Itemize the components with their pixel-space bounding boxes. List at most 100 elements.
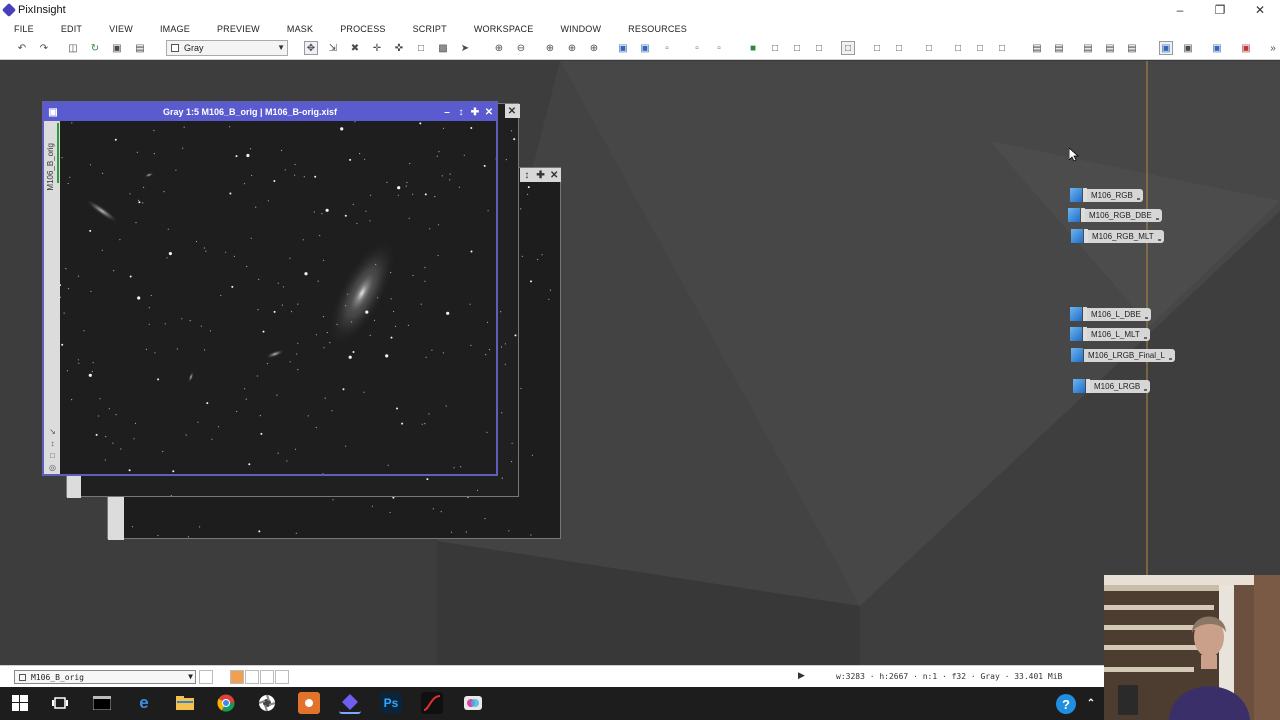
screen-icon[interactable]: ▣: [1210, 41, 1224, 55]
image-icon-m106-l-mlt[interactable]: M106_L_MLT: [1070, 326, 1150, 342]
menu-process[interactable]: PROCESS: [340, 24, 385, 34]
fit-view-icon[interactable]: ▣: [638, 41, 652, 55]
zoom-to-fit-icon[interactable]: ▫: [660, 41, 674, 55]
minimize-icon[interactable]: –: [440, 107, 454, 118]
zoom-center-icon[interactable]: ⊕: [587, 41, 601, 55]
tab-icon-2[interactable]: ↕: [48, 439, 57, 448]
maximize-view-icon[interactable]: ▫: [690, 41, 704, 55]
chrome-icon[interactable]: [215, 692, 237, 714]
workspace-1-icon[interactable]: ▣: [1159, 41, 1173, 55]
channel-red-icon[interactable]: □: [768, 41, 782, 55]
channel-green-icon[interactable]: □: [790, 41, 804, 55]
tab-icon-3[interactable]: □: [48, 451, 57, 460]
window-menu-icon[interactable]: ▣: [46, 107, 60, 118]
readout-slot-2-icon[interactable]: [245, 670, 259, 684]
move-mode-icon[interactable]: ✥: [304, 41, 318, 55]
image-icon-m106-rgb-dbe[interactable]: M106_RGB_DBE: [1068, 207, 1162, 223]
redo-icon[interactable]: ↷: [37, 41, 51, 55]
mask-show-icon[interactable]: □: [922, 41, 936, 55]
new-preview-icon[interactable]: □: [414, 41, 428, 55]
open-icon[interactable]: ◫: [66, 41, 80, 55]
terminal-icon[interactable]: [91, 692, 113, 714]
curve-app-icon[interactable]: [421, 692, 443, 714]
play-icon[interactable]: ▶: [798, 670, 805, 681]
color-app-icon[interactable]: [462, 692, 484, 714]
channel-blue-icon[interactable]: □: [812, 41, 826, 55]
channel-lum-icon[interactable]: □: [841, 41, 855, 55]
view-selector-tab[interactable]: M106_B_orig ↘ ↕ □ ◎: [44, 121, 60, 474]
zoom-out-arrows-icon[interactable]: ✖: [348, 41, 362, 55]
menu-mask[interactable]: MASK: [287, 24, 313, 34]
zoom-fit-icon[interactable]: ⇲: [326, 41, 340, 55]
maximize-icon[interactable]: ✚: [468, 107, 482, 118]
task-view-icon[interactable]: [49, 692, 71, 714]
pointer-icon[interactable]: ➤: [458, 41, 472, 55]
workspace-area[interactable]: ↕ ✚ ✕ ✕ ▣ Gray 1:5 M106_B_orig | M106_B-…: [0, 61, 1280, 665]
mask-overlay-icon[interactable]: □: [973, 41, 987, 55]
tab-icon-4[interactable]: ◎: [48, 463, 57, 472]
stf-auto-icon[interactable]: ▤: [1103, 41, 1117, 55]
readout-slot-3-icon[interactable]: [260, 670, 274, 684]
image-window-titlebar[interactable]: ▣ Gray 1:5 M106_B_orig | M106_B-orig.xis…: [44, 103, 496, 121]
center-icon[interactable]: ✜: [392, 41, 406, 55]
menu-window[interactable]: WINDOW: [560, 24, 601, 34]
edge-browser-icon[interactable]: e: [133, 692, 155, 714]
workspace-2-icon[interactable]: ▣: [1181, 41, 1195, 55]
menu-preview[interactable]: PREVIEW: [217, 24, 260, 34]
channel-ciel-icon[interactable]: □: [870, 41, 884, 55]
zoom-fit-view-icon[interactable]: ⊕: [565, 41, 579, 55]
screen-red-icon[interactable]: ▣: [1239, 41, 1253, 55]
menu-edit[interactable]: EDIT: [61, 24, 82, 34]
image-icon-m106-l-dbe[interactable]: M106_L_DBE: [1070, 306, 1151, 322]
close-window-button[interactable]: ✕: [1240, 0, 1280, 20]
color-mode-select[interactable]: Gray ▼: [166, 40, 288, 56]
image-icon-m106-lrgb-final-l[interactable]: M106_LRGB_Final_L: [1071, 347, 1175, 363]
close-icon[interactable]: ✕: [482, 107, 496, 118]
save-icon[interactable]: ▣: [110, 41, 124, 55]
readout-slot-4-icon[interactable]: [275, 670, 289, 684]
stf-icon[interactable]: ▤: [1081, 41, 1095, 55]
orange-app-icon[interactable]: [298, 692, 320, 714]
readout-color-icon[interactable]: [230, 670, 244, 684]
menu-script[interactable]: SCRIPT: [413, 24, 447, 34]
restore-window-button[interactable]: ❐: [1200, 0, 1240, 20]
menu-view[interactable]: VIEW: [109, 24, 133, 34]
file-explorer-icon[interactable]: [174, 692, 196, 714]
minimize-window-button[interactable]: –: [1160, 0, 1200, 20]
pan-icon[interactable]: ✛: [370, 41, 384, 55]
zoom-in-icon[interactable]: ⊕: [492, 41, 506, 55]
mask-enable-icon[interactable]: □: [995, 41, 1009, 55]
menu-image[interactable]: IMAGE: [160, 24, 190, 34]
view-explorer-icon[interactable]: [199, 670, 213, 684]
chevron-up-icon[interactable]: ⌃: [1080, 692, 1102, 714]
shade-icon[interactable]: ↕: [454, 107, 468, 118]
help-icon[interactable]: ?: [1056, 694, 1076, 714]
edit-preview-icon[interactable]: ▩: [436, 41, 450, 55]
image-icon-m106-rgb[interactable]: M106_RGB: [1070, 187, 1143, 203]
refresh-icon[interactable]: ↻: [88, 41, 102, 55]
panel-2-icon[interactable]: ▤: [1052, 41, 1066, 55]
mask-invert-icon[interactable]: □: [951, 41, 965, 55]
zoom-1-1-icon[interactable]: ⊕: [543, 41, 557, 55]
menu-file[interactable]: FILE: [14, 24, 34, 34]
undo-icon[interactable]: ↶: [15, 41, 29, 55]
channel-ciec-icon[interactable]: □: [892, 41, 906, 55]
tab-icon-1[interactable]: ↘: [48, 427, 57, 436]
pixinsight-taskbar-icon[interactable]: [339, 692, 361, 714]
image-icon-m106-lrgb[interactable]: M106_LRGB: [1073, 378, 1151, 394]
image-icon-m106-rgb-mlt[interactable]: M106_RGB_MLT: [1071, 228, 1164, 244]
photoshop-icon[interactable]: Ps: [380, 692, 402, 714]
save-as-icon[interactable]: ▤: [133, 41, 147, 55]
toolbar-more-icon[interactable]: »: [1266, 41, 1280, 55]
stf-reset-icon[interactable]: ▤: [1125, 41, 1139, 55]
image-window-m106-b-orig[interactable]: ▣ Gray 1:5 M106_B_orig | M106_B-orig.xis…: [42, 101, 498, 476]
image-canvas[interactable]: [60, 121, 496, 474]
channel-rgb-icon[interactable]: ■: [746, 41, 760, 55]
view-selector-combo[interactable]: M106_B_orig ▼: [14, 670, 196, 684]
restore-view-icon[interactable]: ▫: [712, 41, 726, 55]
menu-resources[interactable]: RESOURCES: [628, 24, 687, 34]
zoom-out-icon[interactable]: ⊖: [514, 41, 528, 55]
menu-workspace[interactable]: WORKSPACE: [474, 24, 534, 34]
panel-1-icon[interactable]: ▤: [1030, 41, 1044, 55]
windows-start-icon[interactable]: [9, 692, 31, 714]
